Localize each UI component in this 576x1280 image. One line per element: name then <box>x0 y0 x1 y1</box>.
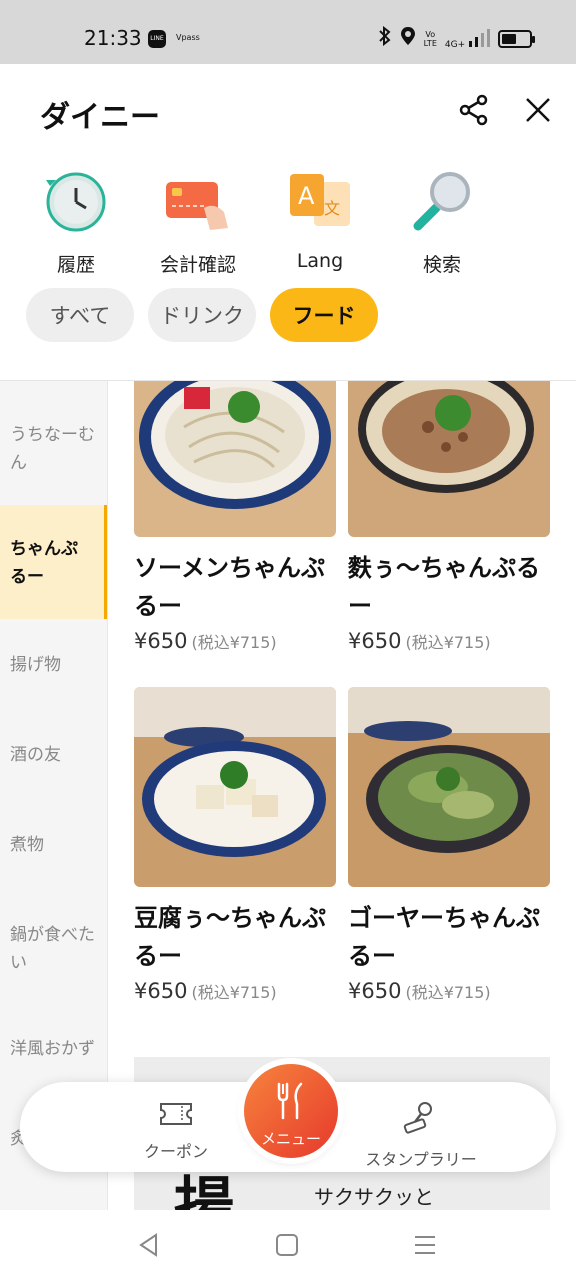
volte-icon: Vo LTE <box>423 30 437 48</box>
food-photo <box>348 381 550 537</box>
sidebar-item-champuru[interactable]: ちゃんぷるー <box>0 505 107 619</box>
svg-text:文: 文 <box>324 199 340 218</box>
status-bar: 21:33 LINE Vpass Vo LTE 4G+ <box>0 0 576 64</box>
category-tabs: すべて ドリンク フード <box>26 288 378 342</box>
menu-card[interactable]: 豆腐ぅ〜ちゃんぷるー ¥650 (税込¥715) <box>134 687 336 1003</box>
menu-item-price: ¥650 (税込¥715) <box>348 979 491 1003</box>
menu-item-price: ¥650 (税込¥715) <box>348 629 491 653</box>
food-photo <box>348 687 550 887</box>
history-button[interactable]: 履歴 <box>16 168 136 277</box>
menu-label: メニュー <box>260 1130 321 1148</box>
status-time: 21:33 <box>84 26 142 50</box>
app-header: ダイニー <box>0 64 576 154</box>
menu-item-price: ¥650 (税込¥715) <box>134 979 277 1003</box>
menu-card[interactable]: ゴーヤーちゃんぷるー ¥650 (税込¥715) <box>348 687 550 1003</box>
vpass-notification-icon: Vpass <box>176 33 200 42</box>
svg-text:A: A <box>298 182 315 210</box>
menu-item-price: ¥650 (税込¥715) <box>134 629 277 653</box>
menu-tab[interactable]: メニュー <box>244 1064 338 1158</box>
stamp-icon <box>403 1102 432 1134</box>
back-icon <box>139 1233 157 1257</box>
back-button[interactable] <box>136 1232 162 1258</box>
history-label: 履歴 <box>56 254 95 276</box>
tab-all[interactable]: すべて <box>26 288 134 342</box>
page-title: ダイニー <box>40 100 160 135</box>
sidebar-item-yofu[interactable]: 洋風おかず <box>0 1035 107 1063</box>
battery-icon <box>498 30 535 48</box>
sidebar-item-nimono[interactable]: 煮物 <box>0 831 107 859</box>
home-icon <box>276 1234 298 1256</box>
sidebar-item-uchinamun[interactable]: うちなーむん <box>0 421 107 477</box>
menu-item-name: 豆腐ぅ〜ちゃんぷるー <box>134 904 326 970</box>
sidebar-item-agemono[interactable]: 揚げ物 <box>0 651 107 679</box>
menu-item-name: ソーメンちゃんぷるー <box>134 554 326 620</box>
sidebar-item-sakenotomo[interactable]: 酒の友 <box>0 741 107 769</box>
stamp-rally-tab[interactable]: スタンプラリー <box>356 1100 486 1170</box>
food-photo <box>134 381 336 537</box>
ticket-icon <box>160 1103 192 1125</box>
payment-card-icon <box>166 182 228 230</box>
coupon-label: クーポン <box>143 1142 208 1161</box>
payment-check-label: 会計確認 <box>159 254 236 276</box>
system-nav-bar <box>0 1210 576 1280</box>
menu-card[interactable]: ソーメンちゃんぷるー ¥650 (税込¥715) <box>134 381 336 653</box>
status-icons: Vo LTE 4G+ <box>378 25 535 52</box>
search-button[interactable]: 検索 <box>382 168 502 277</box>
menu-item-name: 麩ぅ〜ちゃんぷるー <box>348 554 540 620</box>
bluetooth-icon <box>378 25 392 52</box>
language-button[interactable]: A 文 Lang <box>260 168 380 272</box>
close-button[interactable] <box>520 92 556 128</box>
network-4g-icon: 4G+ <box>445 28 490 50</box>
close-icon <box>526 98 550 122</box>
menu-item-name: ゴーヤーちゃんぷるー <box>348 904 540 970</box>
recents-button[interactable] <box>412 1232 438 1258</box>
language-icon: A 文 <box>290 174 350 226</box>
line-notification-icon: LINE <box>148 30 166 48</box>
app-screen: 21:33 LINE Vpass Vo LTE 4G+ ダイニー 履歴 会計確認… <box>0 0 576 1280</box>
stamp-rally-label: スタンプラリー <box>365 1150 477 1169</box>
menu-card[interactable]: 麩ぅ〜ちゃんぷるー ¥650 (税込¥715) <box>348 381 550 653</box>
sidebar-item-nabe[interactable]: 鍋が食べたい <box>0 921 107 977</box>
location-icon <box>400 26 416 52</box>
search-label: 検索 <box>422 254 461 276</box>
history-clock-icon <box>46 172 106 232</box>
payment-check-button[interactable]: 会計確認 <box>138 168 258 277</box>
fork-knife-icon <box>277 1082 303 1120</box>
tab-food[interactable]: フード <box>270 288 378 342</box>
food-photo <box>134 687 336 887</box>
share-button[interactable] <box>456 92 492 128</box>
search-icon <box>413 172 470 231</box>
share-icon <box>459 94 488 126</box>
banner-text: サクサクッと <box>314 1185 434 1209</box>
coupon-tab[interactable]: クーポン <box>116 1100 236 1162</box>
language-label: Lang <box>296 250 344 272</box>
recents-icon <box>415 1236 435 1254</box>
tab-drink[interactable]: ドリンク <box>148 288 256 342</box>
home-button[interactable] <box>274 1232 300 1258</box>
quick-actions: 履歴 会計確認 A 文 Lang 検索 <box>0 168 576 278</box>
